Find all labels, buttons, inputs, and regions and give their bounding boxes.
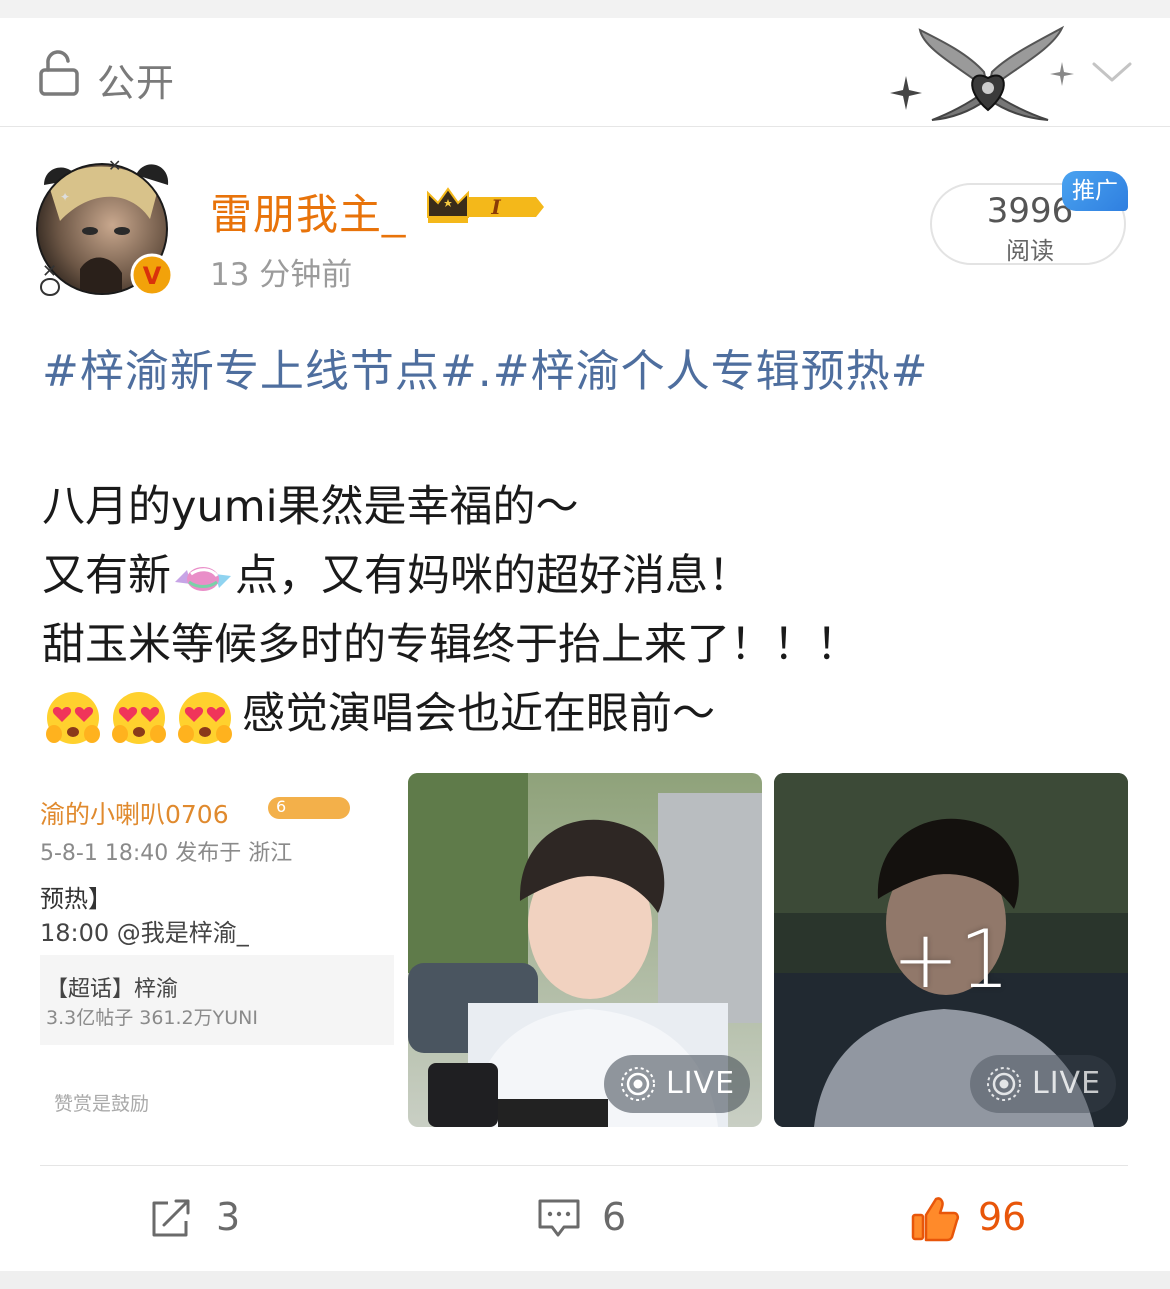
screenshot-topic-card: 【超话】梓渝 3.3亿帖子 361.2万YUNI	[40, 955, 394, 1045]
comment-button[interactable]: 6	[536, 1189, 646, 1249]
live-badge[interactable]: LIVE	[604, 1055, 750, 1113]
top-strip	[0, 0, 1170, 18]
image-live-photo-1[interactable]: LIVE	[408, 773, 762, 1127]
heart-eyes-emoji-group	[46, 691, 232, 744]
username[interactable]: 雷朋我主_	[210, 181, 406, 242]
heart-eyes-emoji	[178, 691, 232, 744]
lock-icon	[39, 50, 79, 96]
post-card: ✕ ✦ ✕ V 雷朋我主_ I 13 分钟前 3996 阅读 推广 #梓渝新专上…	[0, 127, 1170, 1271]
live-label: LIVE	[1032, 1066, 1102, 1101]
screenshot-badge: 6	[268, 797, 350, 819]
live-label: LIVE	[666, 1066, 736, 1101]
svg-text:✦: ✦	[60, 190, 70, 204]
screenshot-stats: 3.3亿帖子 361.2万YUNI	[46, 1007, 258, 1029]
body-line: 感觉演唱会也近在眼前～	[42, 680, 859, 749]
candy-emoji	[175, 566, 231, 591]
avatar-image: ✕ ✦ ✕ V	[36, 156, 174, 297]
screenshot-topic: 【超话】梓渝	[46, 977, 179, 1002]
avatar[interactable]: ✕ ✦ ✕ V	[30, 149, 180, 301]
repost-icon	[152, 1199, 190, 1237]
svg-text:V: V	[143, 262, 162, 290]
privacy-label[interactable]: 公开	[97, 52, 175, 107]
image-live-photo-2[interactable]: +1 LIVE	[774, 773, 1128, 1127]
read-label: 阅读	[1006, 237, 1054, 265]
live-photo-icon	[621, 1067, 655, 1101]
post-body: 八月的yumi果然是幸福的～ 又有新 点，又有妈咪的超好消息！ 甜玉米等候多时的…	[42, 473, 859, 749]
body-line: 八月的yumi果然是幸福的～	[42, 482, 579, 532]
post-timestamp: 13 分钟前	[210, 257, 353, 293]
heart-eyes-emoji	[112, 691, 166, 744]
repost-button[interactable]: 3	[148, 1189, 258, 1249]
comment-icon	[538, 1199, 580, 1237]
image-screenshot-tile[interactable]: 渝的小喇叭0706 6 5-8-1 18:40 发布于 浙江 预热】 18:00…	[40, 773, 394, 1127]
screenshot-tag: 预热】	[40, 885, 112, 913]
body-line: 又有新 点，又有妈咪的超好消息！	[42, 542, 859, 611]
comment-count: 6	[602, 1195, 627, 1239]
screenshot-username: 渝的小喇叭0706	[40, 800, 229, 829]
chevron-down-icon[interactable]	[1090, 54, 1134, 90]
live-photo-icon	[987, 1067, 1021, 1101]
action-divider	[40, 1165, 1128, 1166]
live-badge[interactable]: LIVE	[970, 1055, 1116, 1113]
repost-count: 3	[216, 1195, 241, 1239]
body-line-part: 感觉演唱会也近在眼前～	[242, 689, 715, 739]
bottom-strip	[0, 1271, 1170, 1289]
promo-tag: 推广	[1062, 171, 1128, 211]
screenshot-footer: 赞赏是鼓励	[54, 1093, 150, 1115]
decoration-sticker	[890, 25, 1074, 121]
vip-level: I	[490, 195, 501, 219]
more-images-count: +1	[892, 913, 1010, 1006]
thumbs-up-icon	[911, 1197, 960, 1242]
svg-text:✕: ✕	[108, 156, 121, 175]
screenshot-mention: 18:00 @我是梓渝_	[40, 919, 249, 947]
post-header: 公开	[0, 18, 1170, 127]
body-line: 甜玉米等候多时的专辑终于抬上来了！！！	[42, 620, 859, 670]
vip-crown-badge[interactable]: I	[424, 183, 546, 229]
like-button[interactable]: 96	[910, 1189, 1040, 1249]
screenshot-date: 5-8-1 18:40 发布于 浙江	[40, 841, 293, 866]
hashtag-links[interactable]: #梓渝新专上线节点#.#梓渝个人专辑预热#	[42, 335, 928, 399]
body-line-part: 点，又有妈咪的超好消息！	[235, 551, 751, 601]
like-count: 96	[978, 1195, 1027, 1239]
heart-eyes-emoji	[46, 691, 100, 744]
body-line-part: 又有新	[42, 551, 171, 601]
